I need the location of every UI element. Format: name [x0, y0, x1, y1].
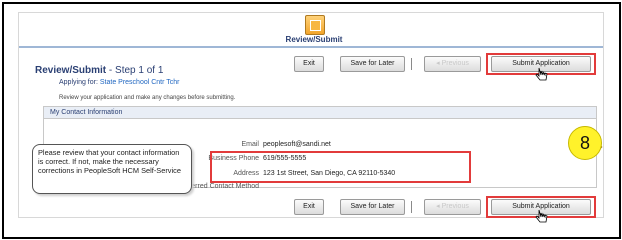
previous-label: Previous: [441, 60, 469, 67]
previous-label-bottom: Previous: [441, 203, 469, 210]
step-progress-bar: [19, 46, 603, 48]
tutorial-frame: Review/Submit Exit Save for Later ◂ Prev…: [2, 2, 621, 239]
instruction-callout: Please review that your contact informat…: [32, 144, 192, 194]
page-title-main: Review/Submit: [35, 65, 107, 76]
exit-button-bottom[interactable]: Exit: [294, 199, 324, 215]
toolbar-separator-bottom: [411, 201, 412, 213]
exit-button-top[interactable]: Exit: [294, 56, 324, 72]
contact-highlight: [210, 151, 471, 183]
step-icon: [305, 15, 325, 35]
page-title: Review/Submit - Step 1 of 1: [35, 65, 163, 76]
step-title: Review/Submit: [285, 35, 343, 44]
applying-value: State Preschool Cntr Tchr: [99, 79, 180, 86]
toolbar-separator: [411, 58, 412, 70]
email-value: peoplesoft@sandi.net: [263, 141, 331, 148]
save-for-later-button-top[interactable]: Save for Later: [340, 56, 405, 72]
review-instructions: Review your application and make any cha…: [59, 95, 236, 101]
previous-button-top[interactable]: ◂ Previous: [424, 56, 481, 72]
previous-button-bottom[interactable]: ◂ Previous: [424, 199, 481, 215]
save-for-later-button-bottom[interactable]: Save for Later: [340, 199, 405, 215]
step-number-badge: 8: [568, 126, 602, 160]
applying-for: Applying for: State Preschool Cntr Tchr: [59, 79, 180, 86]
hand-cursor-icon: [535, 67, 548, 81]
previous-arrow-icon: ◂: [436, 60, 440, 67]
contact-section-title: My Contact Information: [44, 107, 596, 119]
page-step: - Step 1 of 1: [108, 65, 164, 76]
previous-arrow-icon: ◂: [436, 203, 440, 210]
hand-cursor-icon: [535, 209, 548, 223]
applying-label: Applying for:: [59, 79, 98, 86]
